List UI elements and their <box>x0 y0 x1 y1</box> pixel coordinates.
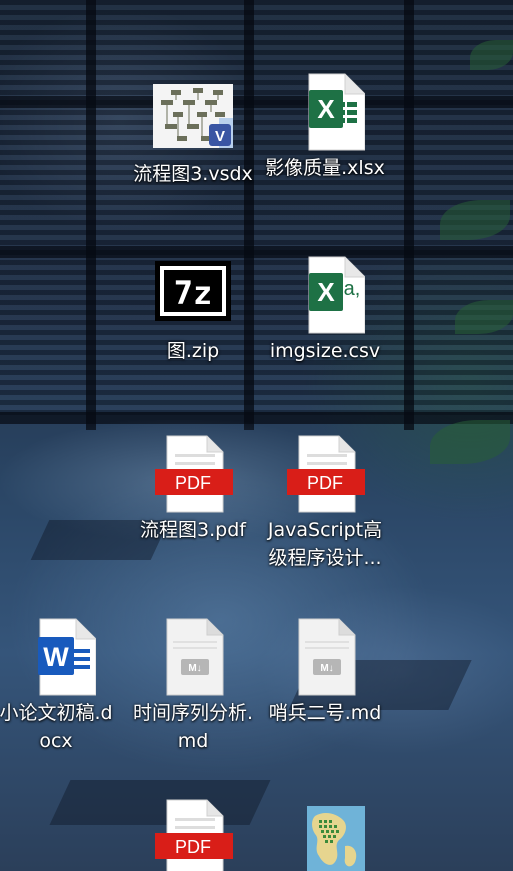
md-badge: M↓ <box>188 663 201 674</box>
icon-label: 小论文初稿.docx <box>0 702 113 752</box>
desktop-icon-word[interactable]: W 小论文初稿.docx <box>0 617 118 755</box>
pdf-badge: PDF <box>307 473 343 493</box>
wallpaper-window-frame <box>0 96 513 108</box>
desktop-icon-csv[interactable]: a, X imgsize.csv <box>263 255 387 365</box>
icon-label: JavaScript高级程序设计... <box>267 519 383 569</box>
desktop-icon-md[interactable]: M↓ 时间序列分析.md <box>131 617 255 755</box>
markdown-file-icon: M↓ <box>285 617 365 697</box>
icon-label: 哨兵二号.md <box>268 702 382 724</box>
csv-file-icon: a, X <box>285 255 365 335</box>
desktop-icon-md[interactable]: M↓ 哨兵二号.md <box>263 617 387 727</box>
icon-label: 流程图3.pdf <box>140 519 246 541</box>
excel-badge: X <box>317 277 335 307</box>
wallpaper-window-frame <box>86 0 96 430</box>
desktop-icon-pdf[interactable]: PDF <box>131 798 255 871</box>
desktop-icon-pdf[interactable]: PDF 流程图3.pdf <box>131 434 255 544</box>
markdown-file-icon: M↓ <box>153 617 233 697</box>
desktop-icon-excel[interactable]: X 影像质量.xlsx <box>263 72 387 182</box>
wallpaper-window-frame <box>244 0 254 430</box>
icon-label: 影像质量.xlsx <box>265 157 385 179</box>
7zip-archive-icon: 7z <box>153 255 233 335</box>
excel-badge: X <box>317 94 335 124</box>
map-image-icon <box>285 806 365 871</box>
word-file-icon: W <box>16 617 96 697</box>
wallpaper-window-frame <box>404 0 414 430</box>
pdf-badge: PDF <box>175 837 211 857</box>
desktop-icon-visio[interactable]: V 流程图3.vsdx <box>131 78 255 188</box>
zip-badge: 7z <box>174 274 213 312</box>
csv-glyph: a, <box>344 278 361 300</box>
pdf-file-icon: PDF <box>153 434 233 514</box>
visio-badge: V <box>215 128 225 145</box>
pdf-file-icon: PDF <box>153 798 233 871</box>
desktop-icon-zip[interactable]: 7z 图.zip <box>131 255 255 365</box>
pdf-badge: PDF <box>175 473 211 493</box>
wallpaper-window-frame <box>0 246 513 258</box>
excel-file-icon: X <box>285 72 365 152</box>
desktop-icon-pdf[interactable]: PDF JavaScript高级程序设计... <box>263 434 387 572</box>
icon-label: 时间序列分析.md <box>132 702 254 752</box>
md-badge: M↓ <box>320 663 333 674</box>
icon-label: 流程图3.vsdx <box>133 163 253 185</box>
word-badge: W <box>43 642 69 672</box>
visio-file-icon: V <box>153 78 233 158</box>
icon-label: 图.zip <box>166 340 220 362</box>
wallpaper-window-blinds <box>0 0 513 420</box>
desktop-icon-image[interactable] <box>263 806 387 871</box>
pdf-file-icon: PDF <box>285 434 365 514</box>
icon-label: imgsize.csv <box>269 340 381 362</box>
